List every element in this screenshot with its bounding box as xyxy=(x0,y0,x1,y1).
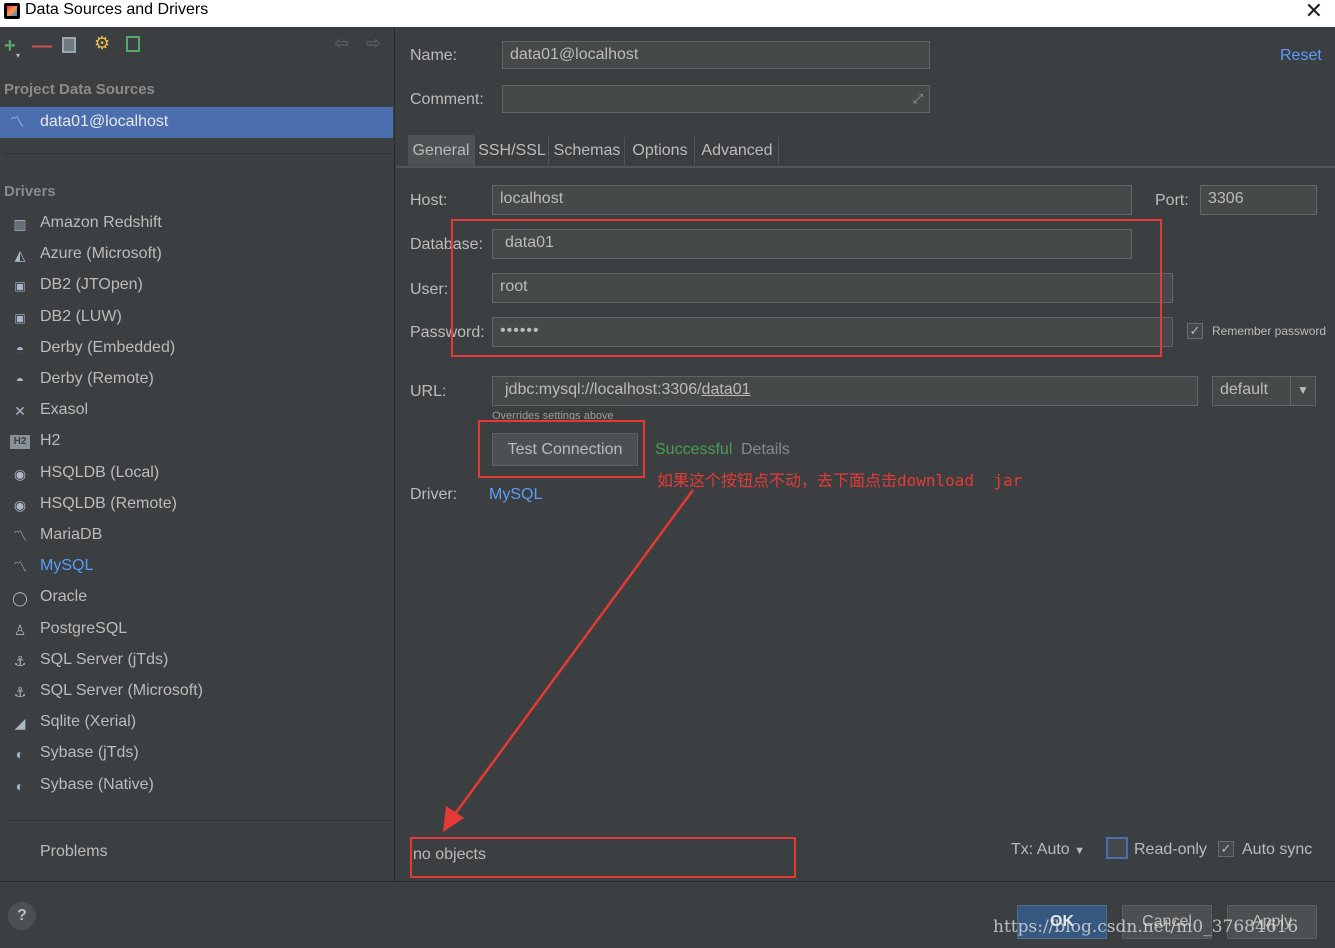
annotation-arrow xyxy=(443,489,695,832)
